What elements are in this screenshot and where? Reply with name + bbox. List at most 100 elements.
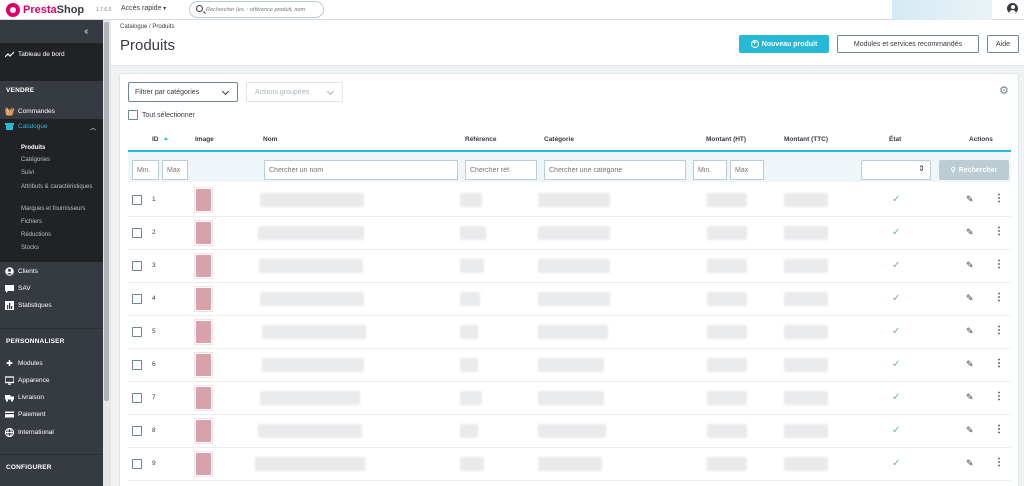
gear-icon[interactable]: ⚙ [999, 84, 1009, 97]
select-all-checkbox[interactable] [128, 110, 138, 120]
status-enabled-icon[interactable]: ✓ [892, 326, 900, 337]
name-search-input[interactable] [264, 160, 458, 180]
sidebar-item-dashboard[interactable]: Tableau de bord [5, 47, 65, 61]
row-checkbox[interactable] [132, 228, 142, 238]
row-checkbox[interactable] [132, 426, 142, 436]
column-header-category[interactable]: Catégorie [544, 136, 574, 143]
product-price-ht[interactable] [707, 226, 747, 240]
product-name[interactable] [255, 457, 365, 471]
product-thumbnail[interactable] [195, 452, 212, 476]
product-thumbnail[interactable] [195, 287, 212, 311]
submenu-categories[interactable]: Catégories [21, 157, 101, 164]
product-thumbnail[interactable] [195, 188, 212, 212]
row-checkbox[interactable] [132, 393, 142, 403]
product-thumbnail[interactable] [195, 353, 212, 377]
collapse-sidebar-icon[interactable]: ‹‹ [84, 26, 88, 37]
more-actions-icon[interactable]: ⋮ [994, 259, 1004, 270]
row-checkbox[interactable] [132, 327, 142, 337]
status-enabled-icon[interactable]: ✓ [892, 194, 900, 205]
product-price-ht[interactable] [707, 193, 747, 207]
more-actions-icon[interactable]: ⋮ [994, 424, 1004, 435]
search-input[interactable] [206, 4, 322, 15]
filter-by-categories-dropdown[interactable]: Filtrer par catégories [128, 82, 238, 102]
submenu-products[interactable]: Produits [21, 145, 101, 152]
edit-icon[interactable]: ✎ [966, 227, 974, 238]
edit-icon[interactable]: ✎ [966, 293, 974, 304]
bulk-actions-dropdown[interactable]: Actions groupées [246, 82, 343, 102]
sidebar-item-stats[interactable]: Statistiques [5, 298, 52, 312]
sort-asc-icon[interactable] [163, 137, 168, 140]
sidebar-item-payment[interactable]: Paiement [5, 407, 45, 421]
product-price-ht[interactable] [707, 292, 747, 306]
product-name[interactable] [262, 358, 364, 372]
more-actions-icon[interactable]: ⋮ [994, 193, 1004, 204]
user-account-icon[interactable] [1007, 3, 1018, 14]
product-name[interactable] [260, 391, 360, 405]
sidebar-item-international[interactable]: International [5, 425, 54, 439]
submenu-monitoring[interactable]: Suivi [21, 170, 101, 177]
sidebar-item-sav[interactable]: SAV [5, 281, 31, 295]
id-max-input[interactable] [162, 160, 188, 180]
submenu-discounts[interactable]: Réductions [21, 232, 101, 239]
prestashop-logo[interactable]: PrestaShop [6, 3, 84, 17]
column-header-status[interactable]: État [889, 136, 901, 143]
status-enabled-icon[interactable]: ✓ [892, 260, 900, 271]
column-header-price-ht[interactable]: Montant (HT) [706, 136, 746, 143]
edit-icon[interactable]: ✎ [966, 359, 974, 370]
column-header-id[interactable]: ID [152, 136, 168, 143]
new-product-button[interactable]: + Nouveau produit [739, 35, 829, 53]
edit-icon[interactable]: ✎ [966, 392, 974, 403]
product-thumbnail[interactable] [195, 221, 212, 245]
shop-link[interactable] [892, 0, 992, 20]
status-enabled-icon[interactable]: ✓ [892, 293, 900, 304]
product-name[interactable] [262, 325, 366, 339]
price-max-input[interactable] [730, 160, 764, 180]
product-price-ht[interactable] [707, 325, 747, 339]
more-actions-icon[interactable]: ⋮ [994, 358, 1004, 369]
more-actions-icon[interactable]: ⋮ [994, 226, 1004, 237]
status-enabled-icon[interactable]: ✓ [892, 227, 900, 238]
edit-icon[interactable]: ✎ [966, 326, 974, 337]
product-price-ht[interactable] [707, 424, 747, 438]
product-name[interactable] [260, 292, 364, 306]
row-checkbox[interactable] [132, 459, 142, 469]
row-checkbox[interactable] [132, 195, 142, 205]
status-enabled-icon[interactable]: ✓ [892, 425, 900, 436]
reference-search-input[interactable] [465, 160, 537, 180]
id-min-input[interactable] [132, 160, 159, 180]
row-checkbox[interactable] [132, 360, 142, 370]
product-thumbnail[interactable] [195, 254, 212, 278]
sidebar-item-customers[interactable]: Clients [5, 264, 38, 278]
sidebar-scrollbar-thumb[interactable] [104, 22, 109, 401]
row-checkbox[interactable] [132, 294, 142, 304]
product-thumbnail[interactable] [195, 419, 212, 443]
help-button[interactable]: Aide [987, 35, 1019, 53]
submenu-attributes[interactable]: Attributs & caractéristiques [21, 184, 101, 191]
column-header-name[interactable]: Nom [263, 136, 277, 143]
more-actions-icon[interactable]: ⋮ [994, 391, 1004, 402]
product-thumbnail[interactable] [195, 320, 212, 344]
product-price-ht[interactable] [707, 457, 747, 471]
sidebar-item-shipping[interactable]: Livraison [5, 390, 44, 404]
breadcrumb[interactable]: Catalogue / Produits [120, 24, 174, 30]
edit-icon[interactable]: ✎ [966, 458, 974, 469]
price-min-input[interactable] [693, 160, 727, 180]
product-name[interactable] [259, 259, 363, 273]
edit-icon[interactable]: ✎ [966, 260, 974, 271]
submenu-brands[interactable]: Marques et fournisseurs [21, 206, 101, 213]
more-actions-icon[interactable]: ⋮ [994, 292, 1004, 303]
category-search-input[interactable] [544, 160, 686, 180]
submenu-files[interactable]: Fichiers [21, 219, 101, 226]
product-name[interactable] [260, 193, 364, 207]
column-header-reference[interactable]: Référence [465, 136, 496, 143]
more-actions-icon[interactable]: ⋮ [994, 325, 1004, 336]
header-search[interactable] [189, 1, 324, 18]
sidebar-item-orders[interactable]: 🧺 Commandes [5, 104, 55, 118]
product-price-ht[interactable] [707, 391, 747, 405]
quick-access-menu[interactable]: Accès rapide [121, 5, 166, 12]
status-enabled-icon[interactable]: ✓ [892, 359, 900, 370]
product-price-ht[interactable] [707, 259, 747, 273]
product-price-ht[interactable] [707, 358, 747, 372]
search-button[interactable]: ⚲ Rechercher [939, 160, 1009, 180]
product-thumbnail[interactable] [195, 386, 212, 410]
